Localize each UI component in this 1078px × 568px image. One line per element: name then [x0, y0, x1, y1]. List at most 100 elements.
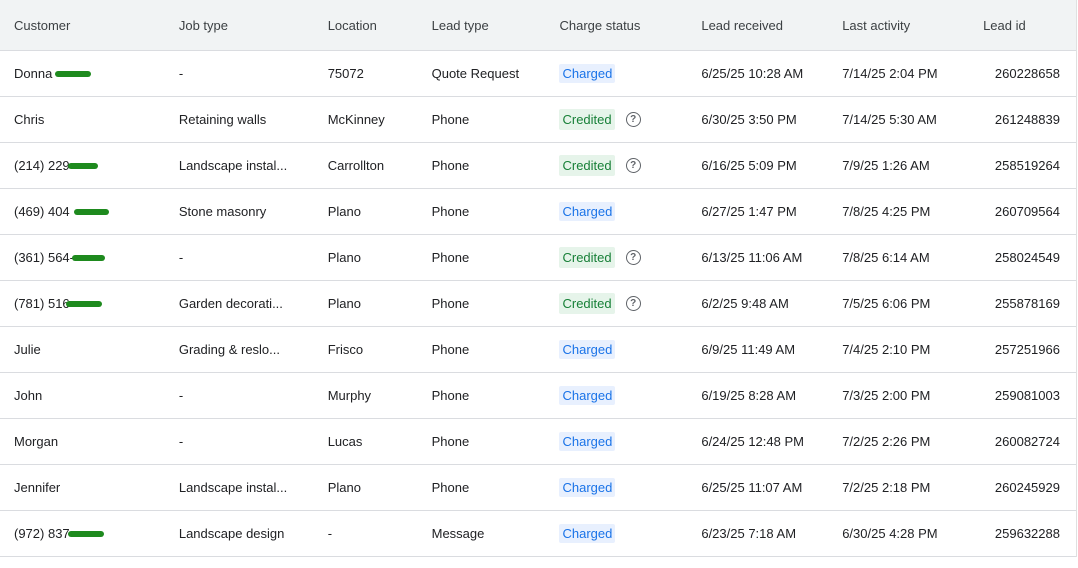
last-activity-cell: 7/4/25 2:10 PM [842, 342, 931, 357]
job-type-cell: Grading & reslo... [178, 342, 280, 357]
table-row[interactable]: Jennifer Landscape instal... Plano Phone Cha… [0, 465, 1076, 511]
lead-id-cell: 259632288 [994, 526, 1060, 541]
column-header-customer[interactable]: Customer [0, 18, 179, 33]
status-badge: Credited [559, 293, 615, 314]
table-row[interactable]: (469) 404 Stone masonry Plano Phone Charged 6… [0, 189, 1076, 235]
customer-cell: (214) 229 [0, 158, 179, 173]
status-badge: Charged [559, 64, 616, 83]
lead-id-cell: 260228658 [994, 66, 1060, 81]
customer-name: (361) 564- [14, 250, 74, 265]
lead-received-cell: 6/19/25 8:28 AM [701, 388, 797, 403]
column-header-lead-received[interactable]: Lead received [701, 18, 842, 33]
last-activity-cell: 6/30/25 4:28 PM [842, 526, 938, 541]
table-row[interactable]: (781) 516 Garden decorati... Plano Phone Cre… [0, 281, 1076, 327]
charge-status-cell: Charged [559, 64, 701, 83]
customer-name: Chris [14, 112, 45, 127]
column-header-location[interactable]: Location [328, 18, 432, 33]
customer-name: Julie [14, 342, 41, 357]
table-row[interactable]: Morgan - Lucas Phone Charged 6/24/25 12:48 PM… [0, 419, 1076, 465]
last-activity-cell: 7/9/25 1:26 AM [842, 158, 930, 173]
last-activity-cell: 7/2/25 2:18 PM [842, 480, 931, 495]
job-type-cell: Retaining walls [178, 112, 267, 127]
lead-type-cell: Quote Request [431, 66, 520, 81]
job-type-cell: Stone masonry [178, 204, 267, 219]
location-cell: Plano [327, 204, 361, 219]
redaction-mark [68, 530, 104, 537]
column-header-lead-id[interactable]: Lead id [983, 18, 1076, 33]
customer-name: Donna [14, 66, 53, 81]
lead-type-cell: Phone [431, 434, 470, 449]
customer-cell: (781) 516 [0, 296, 179, 311]
lead-id-cell: 260245929 [994, 480, 1060, 495]
help-icon[interactable]: ? [625, 112, 641, 127]
table-row[interactable]: (361) 564- - Plano Phone Credited? 6/13/25 11… [0, 235, 1076, 281]
lead-id-cell: 259081003 [994, 388, 1060, 403]
lead-type-cell: Phone [431, 480, 470, 495]
table-header: Customer Job type Location Lead type Cha… [0, 0, 1076, 51]
lead-received-cell: 6/2/25 9:48 AM [701, 296, 789, 311]
job-type-cell: - [178, 250, 184, 265]
lead-received-cell: 6/30/25 3:50 PM [701, 112, 797, 127]
customer-name: (469) 404 [14, 204, 70, 219]
help-icon[interactable]: ? [625, 250, 641, 265]
redaction-mark [74, 208, 109, 215]
help-icon[interactable]: ? [625, 158, 641, 173]
lead-id-cell: 255878169 [994, 296, 1060, 311]
location-cell: Plano [327, 480, 361, 495]
location-cell: - [327, 526, 333, 541]
last-activity-cell: 7/14/25 2:04 PM [842, 66, 938, 81]
location-cell: 75072 [327, 66, 364, 81]
location-cell: Plano [327, 250, 361, 265]
lead-received-cell: 6/27/25 1:47 PM [701, 204, 797, 219]
table-row[interactable]: John - Murphy Phone Charged 6/19/25 8:28 AM 7/… [0, 373, 1076, 419]
table-row[interactable]: Chris Retaining walls McKinney Phone Credite… [0, 97, 1076, 143]
lead-type-cell: Phone [431, 158, 470, 173]
lead-received-cell: 6/25/25 11:07 AM [701, 480, 803, 495]
last-activity-cell: 7/8/25 6:14 AM [842, 250, 930, 265]
last-activity-cell: 7/2/25 2:26 PM [842, 434, 931, 449]
table-row[interactable]: (972) 837 Landscape design - Message Charged… [0, 511, 1076, 557]
charge-status-cell: Charged [559, 432, 701, 451]
charge-status-cell: Charged [559, 524, 701, 543]
column-header-charge-status[interactable]: Charge status [559, 18, 701, 33]
customer-cell: (361) 564- [0, 250, 179, 265]
column-header-lead-type[interactable]: Lead type [432, 18, 560, 33]
table-row[interactable]: (214) 229 Landscape instal... Carrollton Ph… [0, 143, 1076, 189]
charge-status-cell: Credited? [559, 293, 701, 314]
status-badge: Charged [559, 478, 616, 497]
charge-status-cell: Charged [559, 340, 701, 359]
customer-name: (972) 837 [14, 526, 70, 541]
customer-name: John [14, 388, 43, 403]
job-type-cell: - [178, 388, 184, 403]
charge-status-cell: Charged [559, 478, 701, 497]
last-activity-cell: 7/3/25 2:00 PM [842, 388, 931, 403]
lead-id-cell: 260709564 [994, 204, 1060, 219]
lead-id-cell: 258519264 [994, 158, 1060, 173]
status-badge: Charged [559, 432, 616, 451]
status-badge: Credited [559, 109, 615, 130]
help-icon[interactable]: ? [625, 296, 641, 311]
job-type-cell: Landscape instal... [178, 158, 288, 173]
column-header-last-activity[interactable]: Last activity [842, 18, 983, 33]
location-cell: Lucas [327, 434, 363, 449]
table-row[interactable]: Donna - 75072 Quote Request Charged 6/25/25 1… [0, 51, 1076, 97]
job-type-cell: Garden decorati... [178, 296, 283, 311]
leads-table: Customer Job type Location Lead type Cha… [0, 0, 1077, 557]
lead-received-cell: 6/25/25 10:28 AM [701, 66, 804, 81]
redaction-mark [66, 300, 102, 307]
charge-status-cell: Credited? [559, 155, 701, 176]
column-header-job-type[interactable]: Job type [179, 18, 328, 33]
customer-cell: (469) 404 [0, 204, 179, 219]
status-badge: Charged [559, 524, 616, 543]
location-cell: Frisco [327, 342, 364, 357]
table-row[interactable]: Julie Grading & reslo... Frisco Phone Charge… [0, 327, 1076, 373]
redaction-mark [68, 162, 98, 169]
last-activity-cell: 7/14/25 5:30 AM [842, 112, 937, 127]
lead-received-cell: 6/16/25 5:09 PM [701, 158, 797, 173]
lead-type-cell: Phone [431, 250, 470, 265]
customer-name: (214) 229 [14, 158, 70, 173]
lead-received-cell: 6/24/25 12:48 PM [701, 434, 804, 449]
charge-status-cell: Charged [559, 202, 701, 221]
job-type-cell: - [178, 66, 184, 81]
charge-status-cell: Credited? [559, 247, 701, 268]
